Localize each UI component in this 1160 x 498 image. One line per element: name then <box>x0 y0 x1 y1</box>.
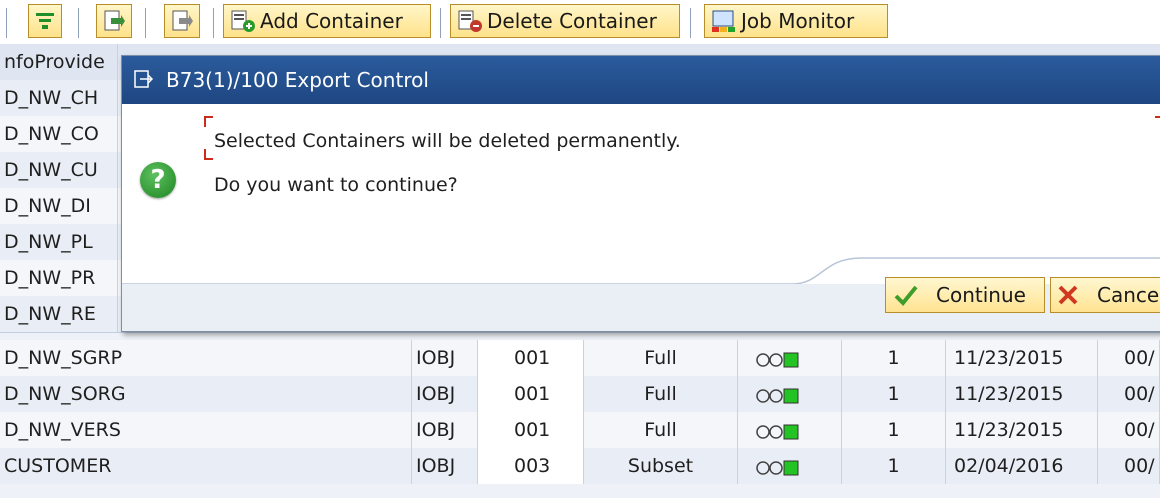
cell-status <box>738 376 842 412</box>
delete-container-icon <box>458 10 482 32</box>
toolbar-separator <box>78 8 79 38</box>
cell-number: 001 <box>478 340 584 376</box>
header-infoprovider[interactable]: nfoProvide <box>0 44 118 80</box>
job-monitor-button[interactable]: Job Monitor <box>704 4 888 38</box>
toolbar: Add Container Delete Container Job Monit… <box>0 0 1160 44</box>
toolbar-separator <box>6 8 7 38</box>
toolbar-separator <box>213 8 214 38</box>
cell-infoprovider: CUSTOMER <box>0 448 412 484</box>
toolbar-separator <box>690 8 691 38</box>
cell-time: 00/ <box>1098 376 1160 412</box>
status-lights-icon <box>756 460 799 476</box>
delete-container-button[interactable]: Delete Container <box>450 4 680 38</box>
cell-infoprovider: D_NW_CU <box>0 152 118 188</box>
cancel-x-icon <box>1058 285 1078 305</box>
cell-type: IOBJ <box>412 340 478 376</box>
export-button[interactable] <box>96 4 132 38</box>
job-monitor-label: Job Monitor <box>741 9 855 33</box>
cell-mode: Full <box>584 376 738 412</box>
dialog-title: B73(1)/100 Export Control <box>166 68 429 92</box>
cancel-button[interactable]: Cance <box>1050 277 1160 313</box>
filter-icon <box>36 13 54 29</box>
status-lights-icon <box>756 424 799 440</box>
cell-type: IOBJ <box>412 412 478 448</box>
cell-number: 001 <box>478 412 584 448</box>
cell-mode: Full <box>584 412 738 448</box>
cell-infoprovider: D_NW_RE <box>0 296 118 332</box>
cell-time: 00/ <box>1098 412 1160 448</box>
cell-number: 003 <box>478 448 584 484</box>
focus-bracket <box>1155 116 1160 127</box>
cell-infoprovider: D_NW_CO <box>0 116 118 152</box>
dialog-title-bar[interactable]: B73(1)/100 Export Control <box>122 56 1160 104</box>
table-row[interactable]: D_NW_SGRP IOBJ 001 Full 1 11/23/2015 00/ <box>0 340 1160 377</box>
cell-status <box>738 412 842 448</box>
continue-button[interactable]: Continue <box>885 277 1045 313</box>
cell-date: 11/23/2015 <box>946 412 1098 448</box>
add-container-button[interactable]: Add Container <box>223 4 431 38</box>
cell-count: 1 <box>842 412 946 448</box>
cell-type: IOBJ <box>412 376 478 412</box>
export-control-dialog: B73(1)/100 Export Control ? Selected Con… <box>121 55 1160 332</box>
toolbar-separator <box>145 8 146 38</box>
status-lights-icon <box>756 388 799 404</box>
export-icon <box>104 10 125 31</box>
import-icon <box>172 10 193 31</box>
import-button[interactable] <box>164 4 200 38</box>
question-icon: ? <box>140 162 176 198</box>
table-row[interactable]: D_NW_SORG IOBJ 001 Full 1 11/23/2015 00/ <box>0 376 1160 413</box>
cell-status <box>738 340 842 376</box>
table-row[interactable]: CUSTOMER IOBJ 003 Subset 1 02/04/2016 00… <box>0 448 1160 485</box>
cell-type: IOBJ <box>412 448 478 484</box>
cell-time: 00/ <box>1098 448 1160 484</box>
add-container-label: Add Container <box>260 9 403 33</box>
cell-infoprovider: D_NW_CH <box>0 80 118 116</box>
cell-date: 11/23/2015 <box>946 376 1098 412</box>
toolbar-separator <box>440 8 441 38</box>
focus-bracket <box>204 116 213 127</box>
cell-count: 1 <box>842 448 946 484</box>
cell-mode: Full <box>584 340 738 376</box>
filter-button[interactable] <box>28 4 62 38</box>
cell-mode: Subset <box>584 448 738 484</box>
cell-count: 1 <box>842 376 946 412</box>
delete-container-label: Delete Container <box>487 9 657 33</box>
cell-infoprovider: D_NW_SORG <box>0 376 412 412</box>
cell-infoprovider: D_NW_PL <box>0 224 118 260</box>
table-footer <box>0 484 1160 498</box>
focus-bracket <box>204 149 213 160</box>
cell-infoprovider: D_NW_SGRP <box>0 340 412 376</box>
add-container-icon <box>231 10 255 32</box>
cell-date: 02/04/2016 <box>946 448 1098 484</box>
cell-count: 1 <box>842 340 946 376</box>
cell-time: 00/ <box>1098 340 1160 376</box>
continue-label: Continue <box>936 283 1026 307</box>
window-icon <box>134 70 154 88</box>
cell-status <box>738 448 842 484</box>
dialog-message-line1: Selected Containers will be deleted perm… <box>214 130 681 152</box>
cell-infoprovider: D_NW_PR <box>0 260 118 296</box>
dialog-message-line2: Do you want to continue? <box>214 174 458 196</box>
status-lights-icon <box>756 352 799 368</box>
checkmark-icon <box>894 285 918 306</box>
cell-number: 001 <box>478 376 584 412</box>
cell-infoprovider: D_NW_VERS <box>0 412 412 448</box>
job-monitor-icon <box>712 10 735 32</box>
cell-infoprovider: D_NW_DI <box>0 188 118 224</box>
table-row[interactable]: D_NW_VERS IOBJ 001 Full 1 11/23/2015 00/ <box>0 412 1160 449</box>
cancel-label: Cance <box>1097 283 1160 307</box>
cell-date: 11/23/2015 <box>946 340 1098 376</box>
